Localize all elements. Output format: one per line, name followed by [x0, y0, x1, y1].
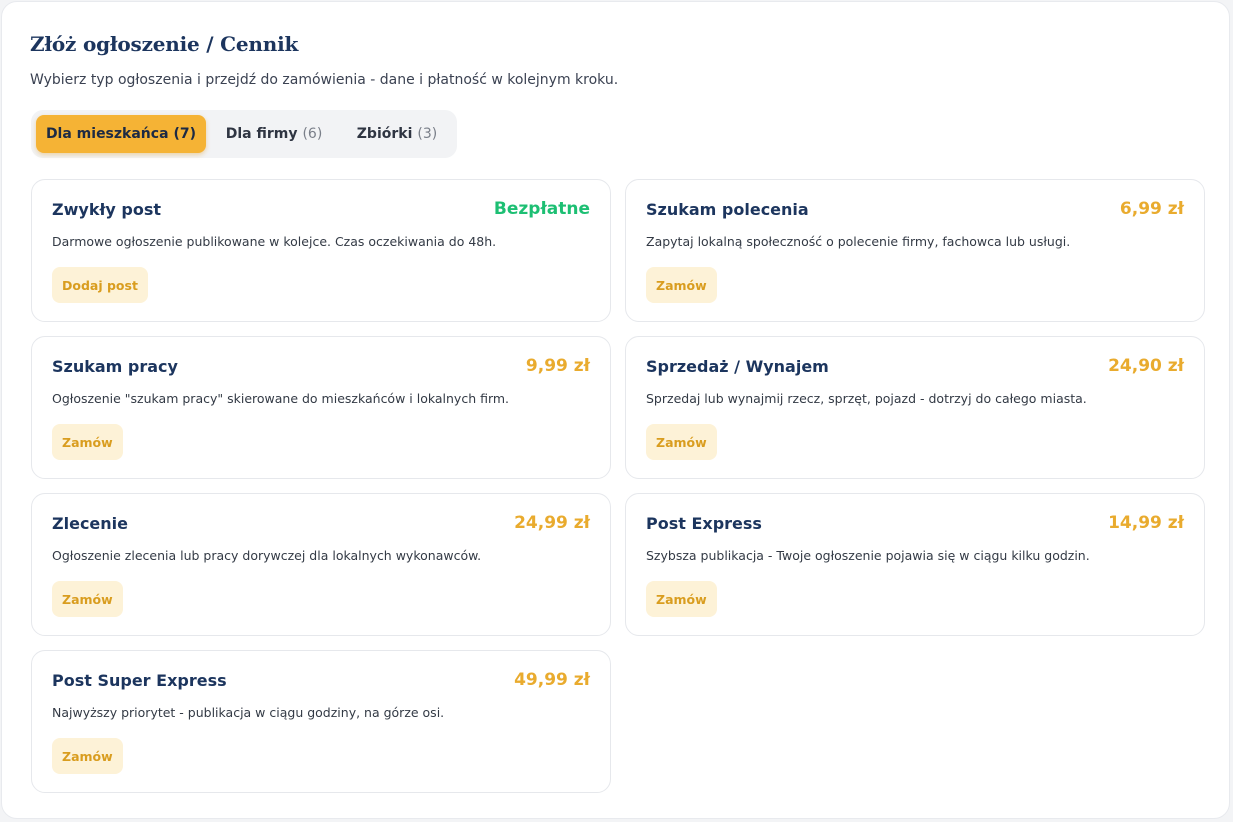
card-title: Post Express	[646, 514, 762, 533]
pricing-card-zwykly-post: Zwykły post Bezpłatne Darmowe ogłoszenie…	[31, 179, 611, 322]
card-title: Sprzedaż / Wynajem	[646, 357, 829, 376]
page-subtitle: Wybierz typ ogłoszenia i przejdź do zamó…	[30, 72, 619, 88]
card-description: Ogłoszenie zlecenia lub pracy dorywczej …	[52, 548, 482, 563]
card-description: Zapytaj lokalną społeczność o polecenie …	[646, 234, 1071, 249]
pricing-card-szukam-pracy: Szukam pracy 9,99 zł Ogłoszenie "szukam …	[31, 336, 611, 479]
page-title: Złóż ogłoszenie / Cennik	[30, 32, 299, 56]
pricing-card-zlecenie: Zlecenie 24,99 zł Ogłoszenie zlecenia lu…	[31, 493, 611, 636]
card-description: Sprzedaj lub wynajmij rzecz, sprzęt, poj…	[646, 391, 1087, 406]
card-description: Najwyższy priorytet - publikacja w ciągu…	[52, 705, 445, 720]
order-button[interactable]: Zamów	[52, 738, 123, 774]
pricing-card-szukam-polecenia: Szukam polecenia 6,99 zł Zapytaj lokalną…	[625, 179, 1205, 322]
tab-count: (3)	[417, 126, 438, 142]
tab-label: Zbiórki	[356, 126, 413, 142]
order-button[interactable]: Zamów	[52, 424, 123, 460]
card-price: 24,90 zł	[1108, 356, 1184, 376]
card-description: Ogłoszenie "szukam pracy" skierowane do …	[52, 391, 510, 406]
tab-label: Dla firmy	[225, 126, 298, 142]
card-price: 49,99 zł	[514, 670, 590, 690]
card-title: Szukam polecenia	[646, 200, 809, 219]
card-title: Post Super Express	[52, 671, 227, 690]
card-description: Darmowe ogłoszenie publikowane w kolejce…	[52, 234, 497, 249]
card-price: Bezpłatne	[493, 199, 590, 219]
pricing-card-post-super-express: Post Super Express 49,99 zł Najwyższy pr…	[31, 650, 611, 793]
card-title: Zwykły post	[52, 200, 162, 219]
card-description: Szybsza publikacja - Twoje ogłoszenie po…	[646, 548, 1090, 563]
pricing-panel: Złóż ogłoszenie / Cennik Wybierz typ ogł…	[1, 1, 1230, 819]
tab-zbiorki[interactable]: Zbiórki (3)	[342, 115, 452, 153]
order-button[interactable]: Zamów	[52, 581, 123, 617]
card-price: 14,99 zł	[1108, 513, 1184, 533]
card-title: Zlecenie	[52, 514, 128, 533]
category-tabs: Dla mieszkańca (7) Dla firmy (6) Zbiórki (3…	[31, 110, 457, 158]
order-button[interactable]: Zamów	[646, 581, 717, 617]
card-price: 6,99 zł	[1119, 199, 1184, 219]
tab-count: (6)	[302, 126, 323, 142]
pricing-card-post-express: Post Express 14,99 zł Szybsza publikacja…	[625, 493, 1205, 636]
order-button[interactable]: Zamów	[646, 267, 717, 303]
order-button[interactable]: Zamów	[646, 424, 717, 460]
tab-label: Dla mieszkańca	[45, 126, 169, 142]
tab-count: (7)	[173, 126, 197, 142]
tab-dla-mieszkanca[interactable]: Dla mieszkańca (7)	[36, 115, 206, 153]
tab-dla-firmy[interactable]: Dla firmy (6)	[214, 115, 334, 153]
card-title: Szukam pracy	[52, 357, 178, 376]
card-price: 9,99 zł	[525, 356, 590, 376]
pricing-card-sprzedaz-wynajem: Sprzedaż / Wynajem 24,90 zł Sprzedaj lub…	[625, 336, 1205, 479]
card-price: 24,99 zł	[514, 513, 590, 533]
add-post-button[interactable]: Dodaj post	[52, 267, 148, 303]
